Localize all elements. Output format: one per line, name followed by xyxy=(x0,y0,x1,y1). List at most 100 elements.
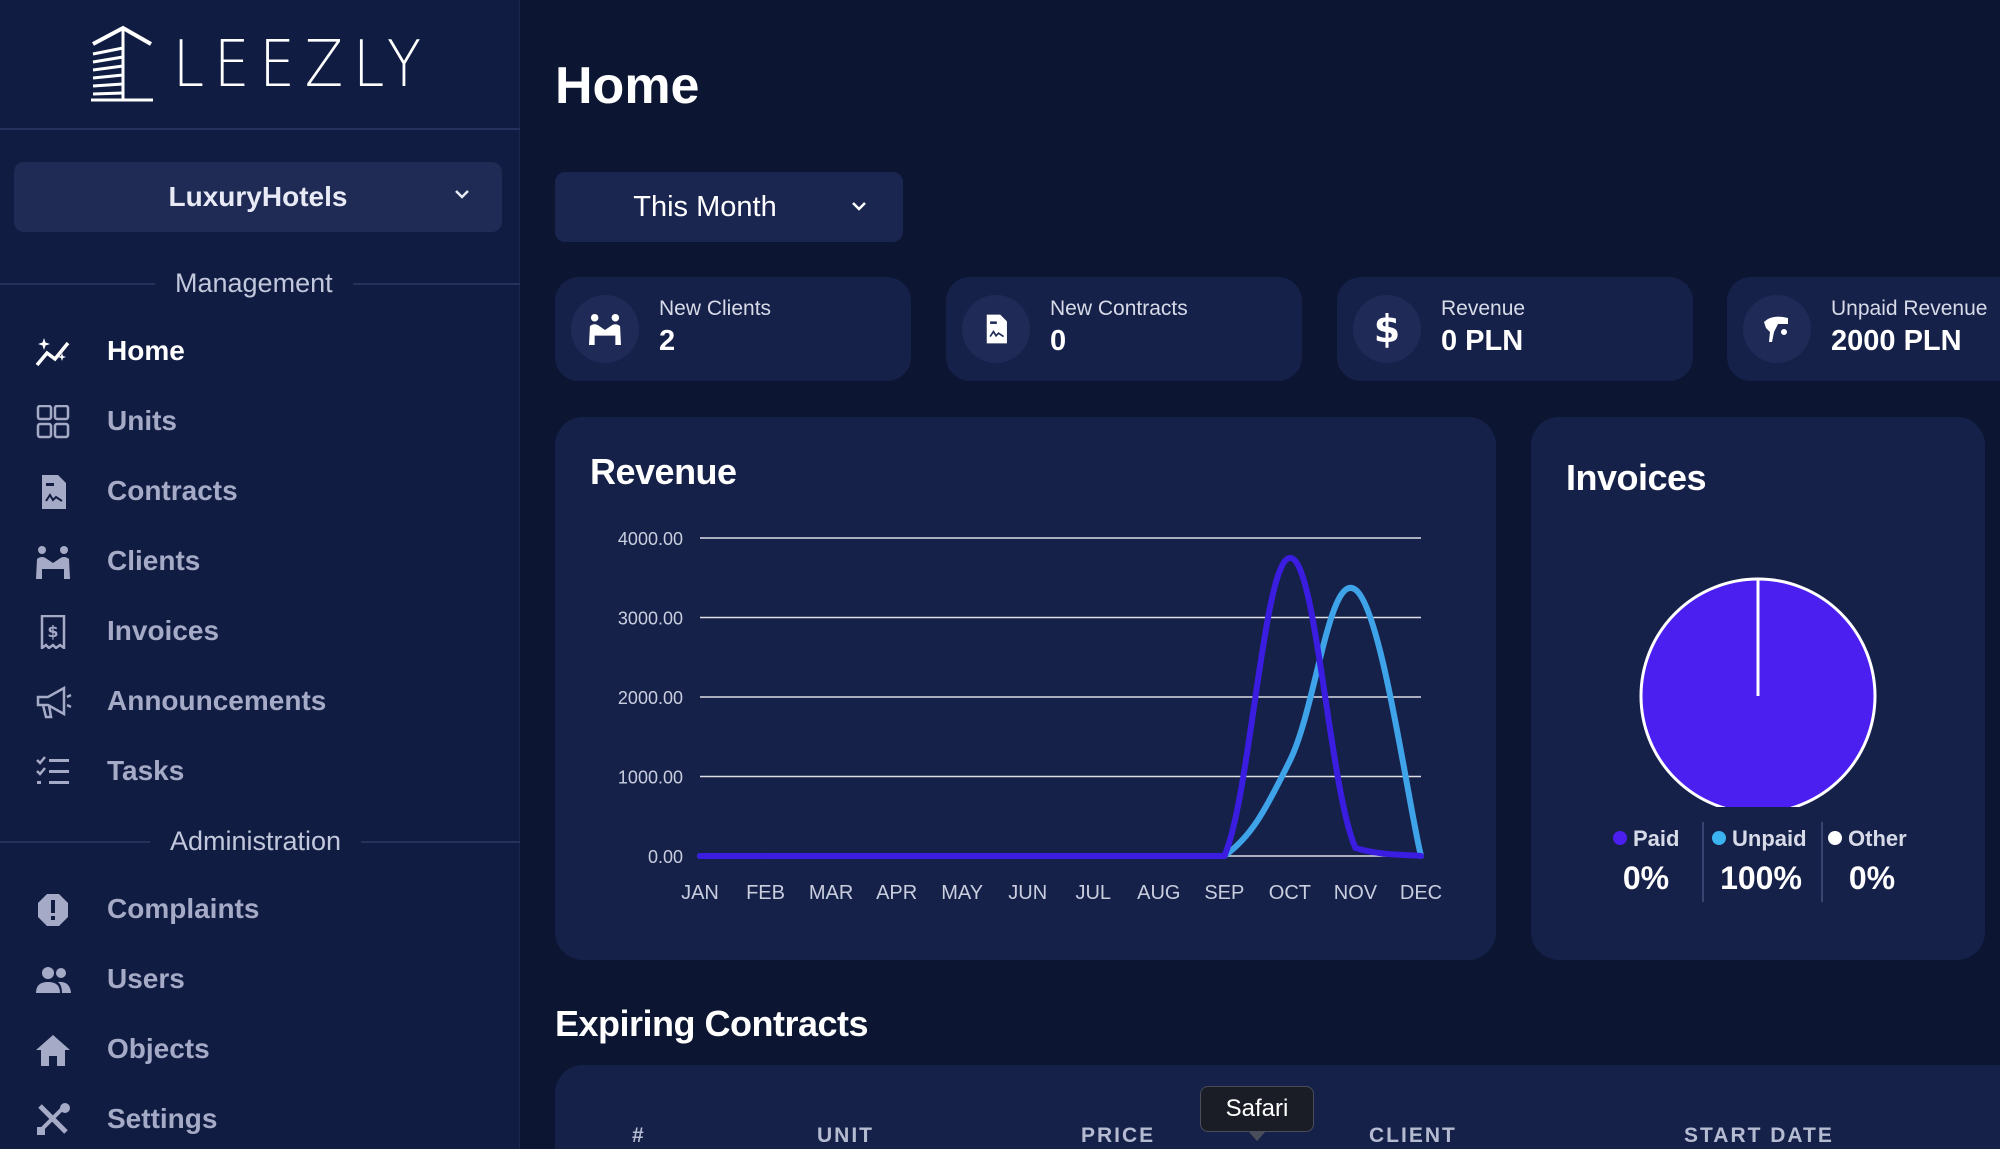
legend-label: Other xyxy=(1848,826,1907,851)
section-management-label: Management xyxy=(175,268,333,298)
chevron-down-icon xyxy=(455,190,469,199)
section-management: Management xyxy=(0,268,520,299)
stat-label: Revenue xyxy=(1441,297,1526,320)
table-header-number[interactable]: # xyxy=(632,1124,646,1148)
legend-other: Other xyxy=(1828,826,1907,852)
stat-value: 2000 PLN xyxy=(1831,325,1962,357)
legend-value-paid: 0% xyxy=(1622,860,1670,896)
sidebar-item-units[interactable]: Units xyxy=(0,390,520,452)
y-tick-label: 0.00 xyxy=(648,847,683,867)
stat-value: 0 PLN xyxy=(1441,325,1524,357)
sidebar-item-label: Objects xyxy=(107,1033,210,1064)
chevron-down-icon xyxy=(852,202,866,211)
sidebar-item-label: Home xyxy=(107,335,185,366)
stat-card-new-contracts: New Contracts 0 xyxy=(946,277,1302,381)
sidebar-item-label: Users xyxy=(107,963,185,994)
x-tick-label: APR xyxy=(876,882,917,904)
document-icon xyxy=(42,475,66,509)
x-tick-label: JAN xyxy=(681,882,719,904)
house-icon xyxy=(36,1035,70,1066)
revenue-card: Revenue 4000.00 3000.00 2000.00 1000.00 0.00… xyxy=(555,417,1496,960)
tools-icon xyxy=(37,1103,70,1135)
people-handshake-icon xyxy=(589,313,621,345)
stat-icon-circle xyxy=(962,295,1030,363)
sidebar-item-label: Invoices xyxy=(107,615,220,646)
document-icon xyxy=(986,314,1007,344)
table-header-price[interactable]: PRICE xyxy=(1081,1124,1155,1148)
legend-dot xyxy=(1828,831,1842,845)
sidebar-item-objects[interactable]: Objects xyxy=(0,1018,520,1080)
stat-icon-circle: $ xyxy=(1353,295,1421,363)
x-tick-label: JUN xyxy=(1008,882,1047,904)
sidebar: LEEZLY LuxuryHotels Management Home Unit… xyxy=(0,0,520,1149)
safari-tooltip: Safari xyxy=(1200,1086,1314,1132)
y-tick-label: 4000.00 xyxy=(618,529,683,549)
logo[interactable]: LEEZLY xyxy=(0,0,520,130)
sidebar-item-settings[interactable]: Settings xyxy=(0,1088,520,1149)
stat-card-new-clients: New Clients 2 xyxy=(555,277,911,381)
table-header-client[interactable]: CLIENT xyxy=(1369,1124,1457,1148)
section-administration: Administration xyxy=(0,826,520,857)
sidebar-item-label: Contracts xyxy=(107,475,238,506)
organization-select[interactable]: LuxuryHotels xyxy=(14,162,502,232)
stat-label: New Clients xyxy=(659,297,772,320)
legend-value-unpaid: 100% xyxy=(1720,860,1802,896)
legend-value-other: 0% xyxy=(1848,860,1896,896)
sidebar-item-users[interactable]: Users xyxy=(0,948,520,1010)
alert-icon xyxy=(38,894,68,926)
x-tick-label: DEC xyxy=(1400,882,1442,904)
sidebar-item-label: Clients xyxy=(107,545,201,576)
invoices-card: Invoices Paid Unpaid Other 0% 100% 0% xyxy=(1531,417,1985,960)
sidebar-item-label: Settings xyxy=(107,1103,218,1134)
sidebar-item-invoices[interactable]: $ Invoices xyxy=(0,600,520,662)
people-handshake-icon xyxy=(36,546,70,579)
sidebar-item-label: Units xyxy=(107,405,177,436)
legend-divider xyxy=(1702,822,1704,902)
megaphone-icon xyxy=(36,685,72,719)
legend-label: Paid xyxy=(1633,826,1680,851)
page-title: Home xyxy=(555,57,700,115)
x-tick-label: FEB xyxy=(746,882,785,904)
legend-paid: Paid xyxy=(1613,826,1679,852)
x-tick-label: OCT xyxy=(1269,882,1311,904)
stat-icon-circle xyxy=(1743,295,1811,363)
sidebar-item-announcements[interactable]: Announcements xyxy=(0,670,520,732)
tooltip-arrow xyxy=(1248,1131,1266,1141)
sidebar-item-complaints[interactable]: Complaints xyxy=(0,878,520,940)
legend-label: Unpaid xyxy=(1732,826,1807,851)
stat-value: 0 xyxy=(1050,325,1067,357)
y-tick-label: 3000.00 xyxy=(618,609,683,629)
x-tick-label: AUG xyxy=(1137,882,1180,904)
stat-card-revenue: $ Revenue 0 PLN xyxy=(1337,277,1693,381)
users-icon xyxy=(36,967,71,993)
table-header-unit[interactable]: UNIT xyxy=(817,1124,874,1148)
sidebar-item-label: Announcements xyxy=(107,685,327,716)
invoices-pie-chart xyxy=(1639,577,1877,807)
section-administration-label: Administration xyxy=(170,826,342,856)
legend-unpaid: Unpaid xyxy=(1712,826,1807,852)
svg-text:$: $ xyxy=(1374,309,1400,349)
sidebar-item-label: Complaints xyxy=(107,893,260,924)
checklist-icon xyxy=(36,756,69,784)
x-tick-label: NOV xyxy=(1334,882,1378,904)
invoices-card-title: Invoices xyxy=(1566,457,1707,498)
building-logo-icon xyxy=(90,25,153,102)
sidebar-item-home[interactable]: Home xyxy=(0,320,520,382)
sidebar-item-clients[interactable]: Clients xyxy=(0,530,520,592)
sidebar-item-tasks[interactable]: Tasks xyxy=(0,740,520,802)
invoice-dollar-icon: $ xyxy=(40,615,66,649)
grid-icon xyxy=(36,405,70,439)
logo-text: LEEZLY xyxy=(172,26,432,102)
y-tick-label: 1000.00 xyxy=(618,768,683,788)
stat-label: New Contracts xyxy=(1050,297,1188,320)
svg-text:$: $ xyxy=(47,622,58,641)
stat-value: 2 xyxy=(659,325,676,357)
stat-card-unpaid-revenue: Unpaid Revenue 2000 PLN xyxy=(1727,277,2000,381)
x-tick-label: JUL xyxy=(1075,882,1111,904)
stat-label: Unpaid Revenue xyxy=(1831,297,1988,320)
period-select[interactable]: This Month xyxy=(555,172,903,242)
sidebar-item-contracts[interactable]: Contracts xyxy=(0,460,520,522)
x-tick-label: SEP xyxy=(1204,882,1244,904)
chart-sparkle-icon xyxy=(35,338,70,367)
table-header-start-date[interactable]: START DATE xyxy=(1684,1124,1834,1148)
